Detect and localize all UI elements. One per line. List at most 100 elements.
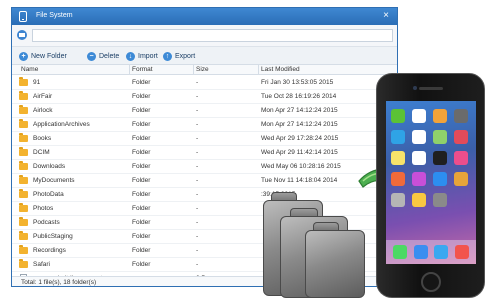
table-row[interactable]: DCIM Folder - Wed Apr 29 11:42:14 2015 <box>12 146 397 160</box>
cell-size: - <box>196 177 199 184</box>
cell-format: Folder <box>132 247 151 254</box>
cell-format: Folder <box>132 149 151 156</box>
cell-format: Folder <box>132 261 151 268</box>
folder-icon <box>19 245 28 254</box>
cell-name: AirFair <box>33 93 53 100</box>
dock <box>386 240 476 264</box>
cell-size: - <box>196 191 199 198</box>
weather-app-icon <box>391 130 405 144</box>
reminders-app-icon <box>412 151 426 165</box>
column-header-row: Name Format Size Last Modified <box>12 65 397 75</box>
column-header-last-modified[interactable]: Last Modified <box>261 66 300 75</box>
game-center-app-icon <box>454 151 468 165</box>
folder-icon <box>19 231 28 240</box>
folder-icon <box>19 259 28 268</box>
window-title: File System <box>36 12 73 19</box>
status-text: Total: 1 file(s), 18 folder(s) <box>21 279 97 286</box>
table-row[interactable]: 91 Folder - Fri Jan 30 13:53:05 2015 <box>12 76 397 90</box>
cell-size: - <box>196 247 199 254</box>
cell-name: PublicStaging <box>33 233 73 240</box>
cell-format: Folder <box>132 191 151 198</box>
folder-icon <box>19 203 28 212</box>
cell-size: - <box>196 79 199 86</box>
cell-size: - <box>196 135 199 142</box>
table-row[interactable]: Books Folder - Wed Apr 29 17:28:24 2015 <box>12 132 397 146</box>
iphone-device <box>376 73 485 298</box>
itunes-app-icon <box>412 172 426 186</box>
folder-icon <box>19 217 28 226</box>
table-row[interactable]: AirFair Folder - Tue Oct 28 16:19:26 2014 <box>12 90 397 104</box>
cell-format: Folder <box>132 219 151 226</box>
cell-last-modified: Fri Jan 30 13:53:05 2015 <box>261 79 334 86</box>
column-header-size[interactable]: Size <box>196 66 209 75</box>
export-button[interactable]: ↑ Export <box>163 50 195 62</box>
cell-name: DCIM <box>33 149 50 156</box>
cell-name: Airlock <box>33 107 53 114</box>
close-icon[interactable]: × <box>380 10 392 22</box>
import-label: Import <box>138 52 158 60</box>
table-row[interactable]: MyDocuments Folder - Tue Nov 11 14:18:04 20… <box>12 174 397 188</box>
cell-name: PhotoData <box>33 191 64 198</box>
import-button[interactable]: ↓ Import <box>126 50 158 62</box>
ibooks-app-icon <box>454 172 468 186</box>
folder-icon <box>19 175 28 184</box>
folder-icon <box>19 147 28 156</box>
cell-name: MyDocuments <box>33 177 75 184</box>
app-grid <box>391 109 473 207</box>
export-icon: ↑ <box>163 51 172 61</box>
app-store-app-icon <box>433 172 447 186</box>
new-folder-button[interactable]: + New Folder <box>19 50 67 62</box>
cell-format: Folder <box>132 177 151 184</box>
table-row[interactable]: PhotoDataFolder-:39:15 2015 <box>12 188 397 202</box>
table-row[interactable]: ApplicationArchives Folder - Mon Apr 27 14:… <box>12 118 397 132</box>
cell-name: Safari <box>33 261 50 268</box>
music-app-icon <box>454 245 469 259</box>
export-label: Export <box>175 52 196 60</box>
cell-name: Photos <box>33 205 54 212</box>
cell-format: Folder <box>132 107 151 114</box>
delete-button[interactable]: − Delete <box>87 50 119 62</box>
cell-last-modified: Wed Apr 29 17:28:24 2015 <box>261 135 339 142</box>
cell-last-modified: Mon Apr 27 14:12:24 2015 <box>261 121 338 128</box>
cell-size: - <box>196 121 199 128</box>
delete-icon: − <box>87 51 96 61</box>
safari-app-icon <box>434 245 449 259</box>
cell-last-modified: Wed Apr 29 11:42:14 2015 <box>261 149 338 156</box>
cell-size: - <box>196 261 199 268</box>
speaker-grille <box>419 87 443 90</box>
cell-name: 91 <box>33 79 41 86</box>
cell-format: Folder <box>132 205 151 212</box>
column-divider <box>258 65 259 75</box>
health-app-icon <box>391 193 405 207</box>
phone-app-icon <box>393 245 408 259</box>
title-bar: File System × <box>12 8 397 25</box>
column-header-format[interactable]: Format <box>132 66 153 75</box>
add-icon: + <box>19 51 28 61</box>
maps-app-icon <box>433 130 447 144</box>
folder-body <box>305 230 365 298</box>
table-row[interactable]: Airlock Folder - Mon Apr 27 14:12:24 2015 <box>12 104 397 118</box>
cell-name: Recordings <box>33 247 66 254</box>
folder-icon <box>19 119 28 128</box>
calendar-app-icon <box>412 109 426 123</box>
cell-format: Folder <box>132 121 151 128</box>
cell-format: Folder <box>132 135 151 142</box>
column-header-name[interactable]: Name <box>21 66 38 75</box>
cell-size: - <box>196 93 199 100</box>
table-row[interactable]: Downloads Folder - Wed May 06 10:28:16 2015 <box>12 160 397 174</box>
cell-name: Podcasts <box>33 219 60 226</box>
clock-app-icon <box>412 130 426 144</box>
newsstand-app-icon <box>391 172 405 186</box>
folder-icon <box>19 161 28 170</box>
column-divider <box>193 65 194 75</box>
passbook-app-icon <box>412 193 426 207</box>
photos-app-icon <box>433 109 447 123</box>
cell-format: Folder <box>132 163 151 170</box>
cell-name: ApplicationArchives <box>33 121 90 128</box>
delete-label: Delete <box>99 52 120 60</box>
cell-size: - <box>196 205 199 212</box>
home-icon[interactable] <box>17 30 27 40</box>
column-divider <box>129 65 130 75</box>
folder-icon <box>305 222 365 298</box>
path-input[interactable] <box>32 29 393 42</box>
